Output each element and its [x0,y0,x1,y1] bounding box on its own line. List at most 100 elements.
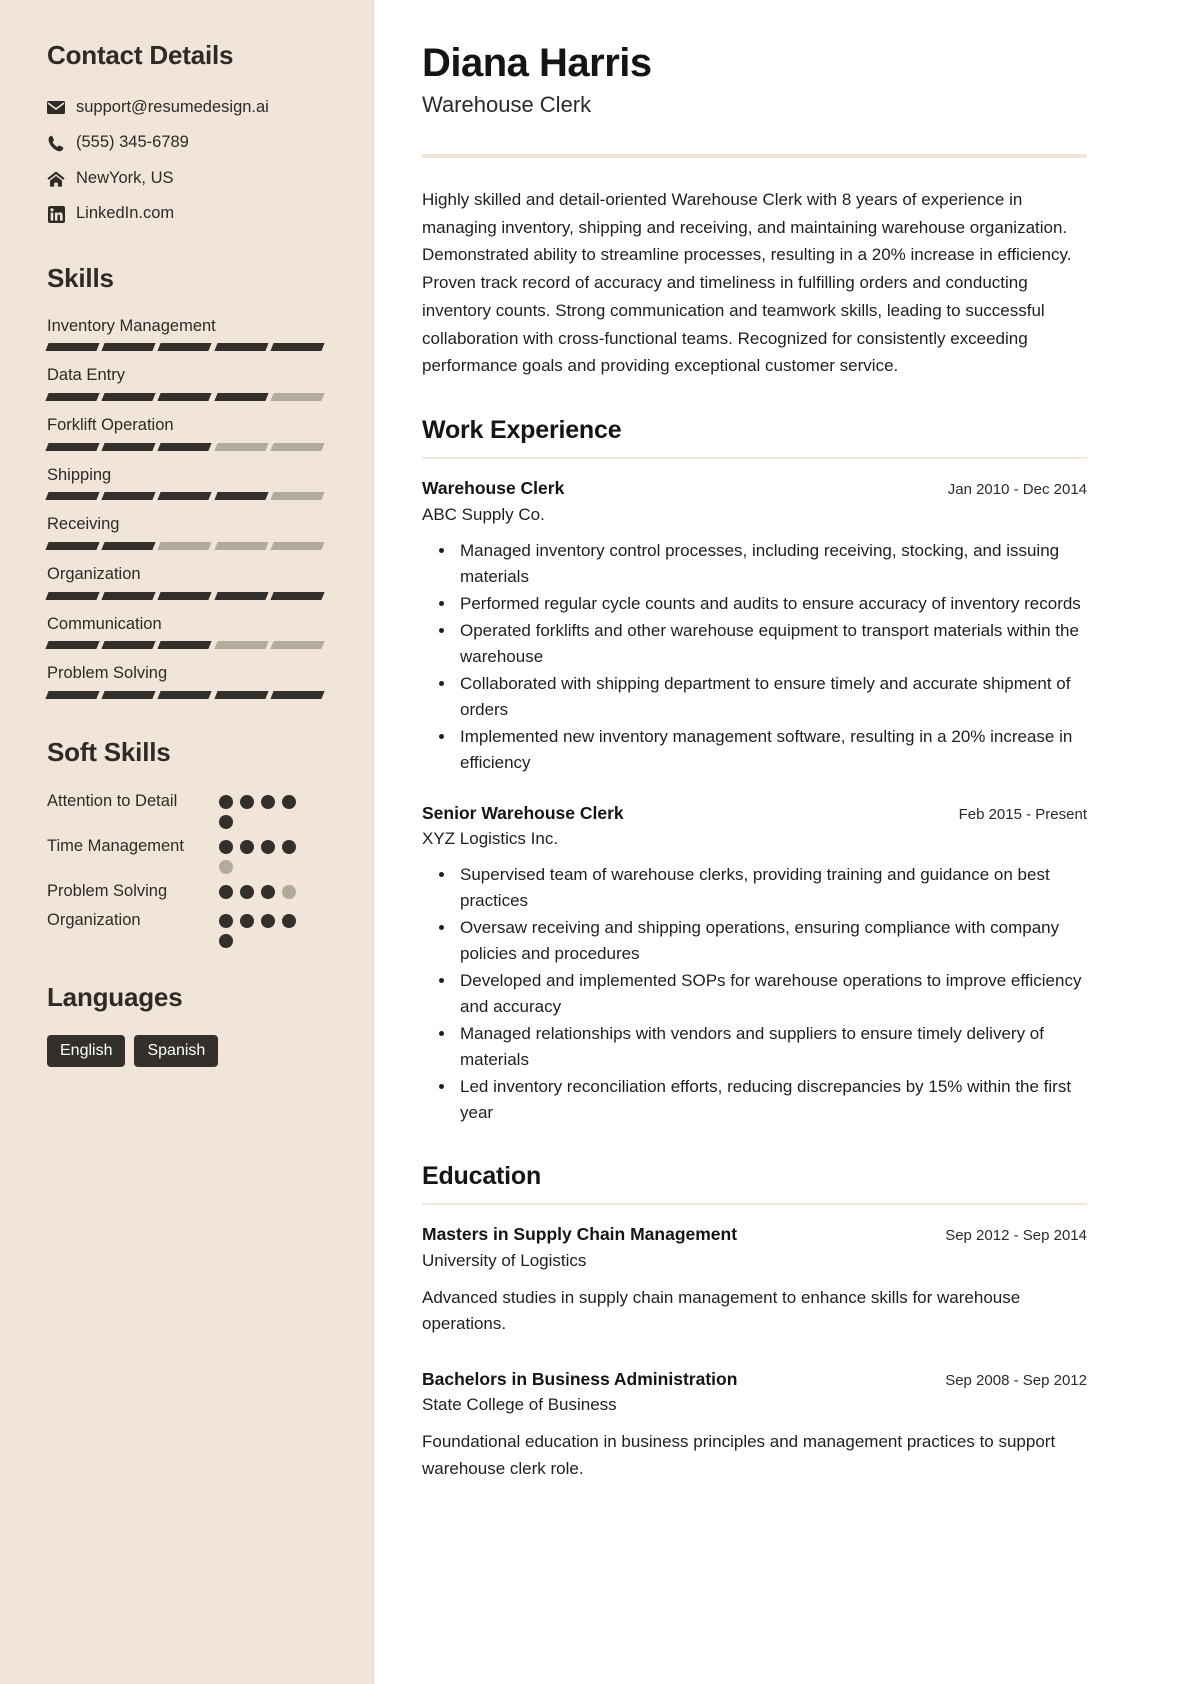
skill-bar-segment [157,541,213,550]
skill-bar-segment [270,690,325,699]
skills-list: Inventory Management Data Entry Forklift O… [45,316,325,699]
skill-bar-segment [101,442,157,451]
job-bullet: Supervised team of warehouse clerks, pro… [456,862,1087,914]
education-entry: Masters in Supply Chain Management Sep 20… [422,1223,1087,1337]
skill-bar-segment [270,442,325,451]
skill-bar-segment [270,591,325,600]
skill-label: Receiving [47,515,120,534]
soft-skills-heading: Soft Skills [47,736,171,767]
skill-bar-segment [101,591,157,600]
skill-item: Data Entry [45,365,325,401]
skill-bar-segment [101,690,157,699]
skill-bar-segment [213,591,269,600]
work-experience-list: Warehouse Clerk Jan 2010 - Dec 2014 ABC Su… [422,477,1087,1126]
soft-skills-list: Attention to Detail Time Management Proble… [47,790,325,949]
skill-bar-segment [270,393,325,401]
contact-item-email[interactable]: support@resumedesign.ai [47,97,325,118]
education-date-range: Sep 2008 - Sep 2012 [945,1371,1087,1389]
contact-item-phone[interactable]: (555) 345-6789 [47,132,325,153]
rating-dot [219,914,233,929]
skill-label: Forklift Operation [47,416,174,434]
rating-dot [240,914,254,929]
skill-bar-segment [45,442,100,451]
job-bullet: Managed inventory control processes, inc… [456,538,1087,590]
skill-label: Organization [47,564,141,583]
soft-skill-rating [219,790,303,829]
skill-label: Communication [47,614,162,633]
degree-title: Bachelors in Business Administration [422,1368,738,1389]
entry-header: Masters in Supply Chain Management Sep 20… [422,1223,1087,1246]
header-divider [422,154,1087,158]
rating-dot [261,839,275,854]
skill-bar-segment [270,541,325,550]
soft-skill-item: Problem Solving [47,880,325,903]
sidebar: Contact Details support@resumedesign.ai … [0,0,374,1684]
job-bullet: Collaborated with shipping department to… [456,671,1087,723]
skill-bar-segment [45,591,100,600]
soft-skill-item: Organization [47,909,325,949]
skill-level-bar [45,591,325,600]
job-bullet: Managed relationships with vendors and s… [456,1021,1087,1073]
rating-dot [219,794,233,809]
job-role: Warehouse Clerk [422,477,565,498]
job-bullet: Performed regular cycle counts and audit… [456,591,1087,617]
job-bullet: Developed and implemented SOPs for wareh… [456,968,1087,1020]
skill-bar-segment [157,492,213,501]
education-entry: Bachelors in Business Administration Sep … [422,1368,1087,1482]
candidate-job-title: Warehouse Clerk [422,92,592,117]
language-tag[interactable]: Spanish [134,1035,219,1068]
skill-bar-segment [45,541,100,550]
job-bullet: Led inventory reconciliation efforts, re… [456,1074,1087,1126]
soft-skill-item: Attention to Detail [47,790,325,829]
languages-heading: Languages [47,982,183,1013]
entry-header: Bachelors in Business Administration Sep … [422,1368,1087,1391]
work-experience-divider [422,456,1087,459]
rating-dot [282,794,296,809]
rating-dot [282,884,296,899]
rating-dot [219,814,233,829]
education-date-range: Sep 2012 - Sep 2014 [945,1227,1087,1245]
resume-document: Contact Details support@resumedesign.ai … [0,0,1200,1684]
education-heading: Education [422,1162,542,1191]
contact-item-linkedin[interactable]: LinkedIn.com [47,203,325,224]
soft-skill-label: Organization [47,911,141,930]
phone-icon [47,134,65,152]
skill-bar-segment [213,541,269,550]
soft-skill-rating [219,835,303,874]
skill-bar-segment [101,343,157,352]
skill-bar-segment [213,393,269,401]
skill-bar-segment [45,492,100,501]
job-company: XYZ Logistics Inc. [422,829,559,849]
work-experience-entry: Senior Warehouse Clerk Feb 2015 - Present… [422,802,1087,1127]
degree-title: Masters in Supply Chain Management [422,1224,738,1245]
skill-bar-segment [157,641,213,650]
skill-bar-segment [270,641,325,650]
skill-bar-segment [270,343,325,352]
education-description: Foundational education in business princ… [422,1432,1056,1478]
contact-list: support@resumedesign.ai (555) 345-6789 N… [47,97,325,225]
professional-summary: Highly skilled and detail-oriented Wareh… [422,190,1072,376]
rating-dot [219,934,233,949]
work-experience-entry: Warehouse Clerk Jan 2010 - Dec 2014 ABC Su… [422,477,1087,776]
skill-bar-segment [45,343,100,352]
rating-dot [261,794,275,809]
main-content: Diana Harris Warehouse Clerk Highly skil… [374,0,1200,1684]
contact-item-location[interactable]: NewYork, US [47,168,325,189]
candidate-name: Diana Harris [422,41,652,85]
rating-dot [240,884,254,899]
skill-item: Problem Solving [45,663,325,699]
rating-dot [261,914,275,929]
language-tag[interactable]: English [47,1035,126,1068]
contact-details-heading: Contact Details [47,40,234,70]
skill-bar-segment [213,641,269,650]
skill-bar-segment [45,393,100,401]
skill-bar-segment [157,690,213,699]
skill-label: Shipping [47,465,112,484]
skill-item: Communication [45,614,325,650]
skill-bar-segment [45,641,100,650]
skill-level-bar [45,442,325,451]
rating-dot [240,839,254,854]
skill-bar-segment [213,492,269,501]
skill-label: Inventory Management [47,316,216,335]
envelope-icon [47,99,65,117]
